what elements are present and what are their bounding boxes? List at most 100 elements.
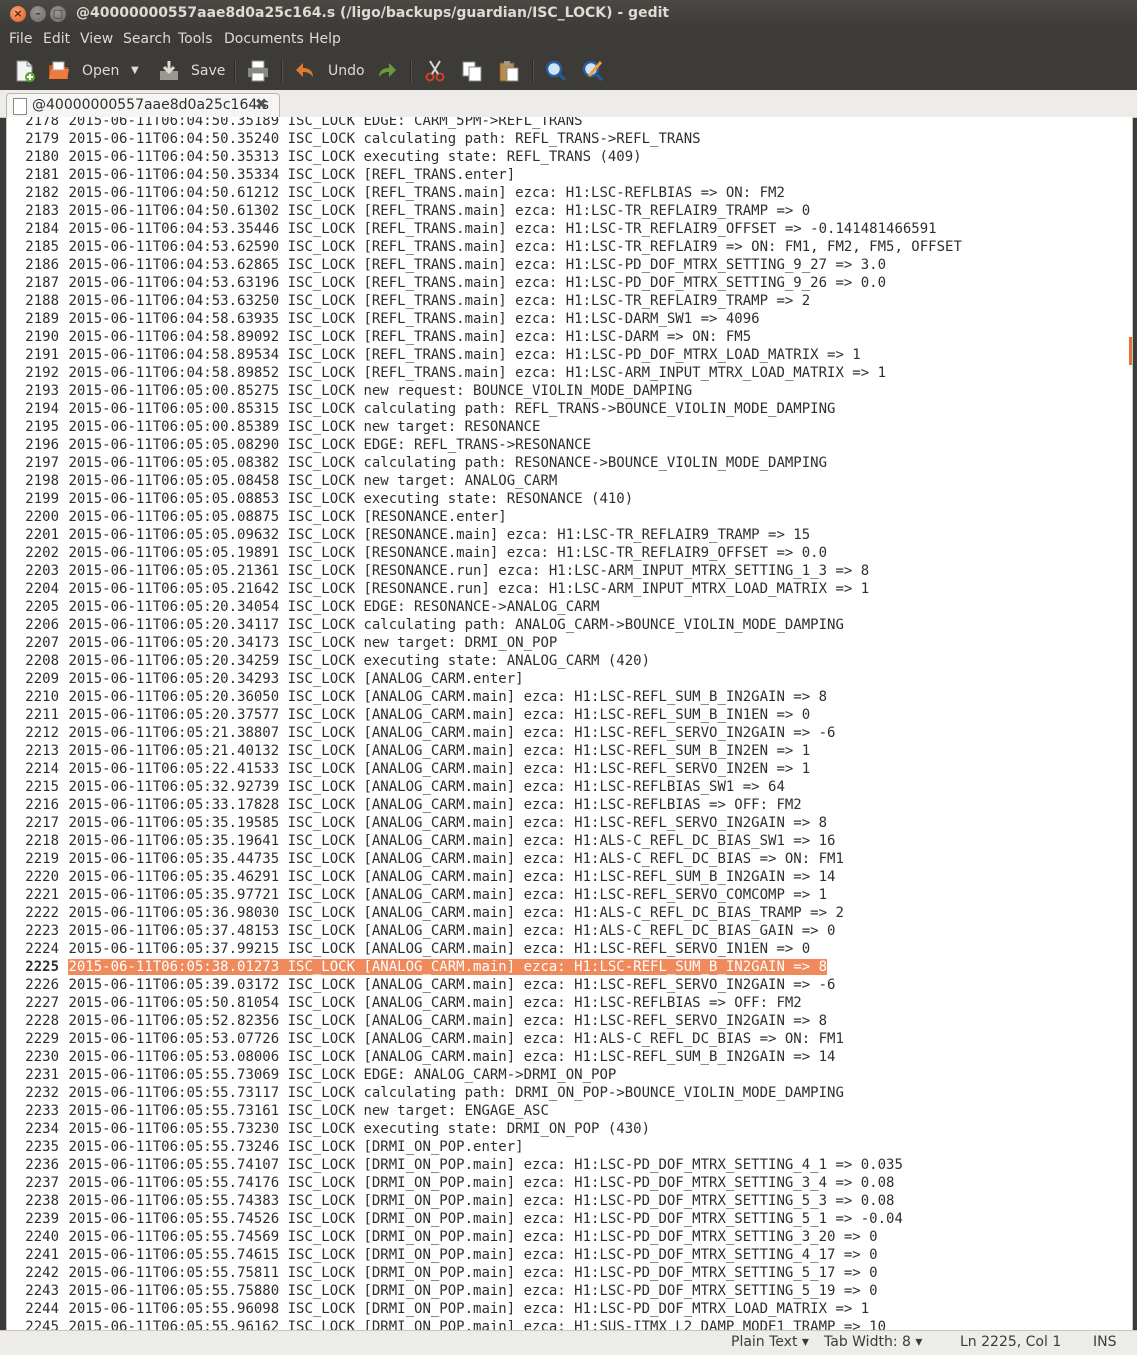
editor-line[interactable]: 2180 2015-06-11T06:04:50.35313 ISC_LOCK … [7, 148, 1132, 166]
editor-line[interactable]: 2190 2015-06-11T06:04:58.89092 ISC_LOCK … [7, 328, 1132, 346]
editor-line[interactable]: 2202 2015-06-11T06:05:05.19891 ISC_LOCK … [7, 544, 1132, 562]
editor-line[interactable]: 2224 2015-06-11T06:05:37.99215 ISC_LOCK … [7, 940, 1132, 958]
editor-line[interactable]: 2230 2015-06-11T06:05:53.08006 ISC_LOCK … [7, 1048, 1132, 1066]
open-button[interactable]: Open [82, 63, 119, 79]
open-folder-icon[interactable] [47, 59, 71, 83]
editor-line[interactable]: 2208 2015-06-11T06:05:20.34259 ISC_LOCK … [7, 652, 1132, 670]
editor-line[interactable]: 2200 2015-06-11T06:05:05.08875 ISC_LOCK … [7, 508, 1132, 526]
menu-view[interactable]: View [80, 31, 113, 47]
editor-line[interactable]: 2207 2015-06-11T06:05:20.34173 ISC_LOCK … [7, 634, 1132, 652]
menu-documents[interactable]: Documents [224, 31, 304, 47]
editor-line[interactable]: 2206 2015-06-11T06:05:20.34117 ISC_LOCK … [7, 616, 1132, 634]
editor-line[interactable]: 2232 2015-06-11T06:05:55.73117 ISC_LOCK … [7, 1084, 1132, 1102]
open-dropdown-icon[interactable]: ▼ [131, 65, 139, 76]
editor-line[interactable]: 2245 2015-06-11T06:05:55.96162 ISC_LOCK … [7, 1318, 1132, 1330]
editor-line[interactable]: 2211 2015-06-11T06:05:20.37577 ISC_LOCK … [7, 706, 1132, 724]
editor-line[interactable]: 2222 2015-06-11T06:05:36.98030 ISC_LOCK … [7, 904, 1132, 922]
editor-line[interactable]: 2236 2015-06-11T06:05:55.74107 ISC_LOCK … [7, 1156, 1132, 1174]
editor-line[interactable]: 2184 2015-06-11T06:04:53.35446 ISC_LOCK … [7, 220, 1132, 238]
editor-line[interactable]: 2216 2015-06-11T06:05:33.17828 ISC_LOCK … [7, 796, 1132, 814]
editor-line[interactable]: 2178 2015-06-11T06:04:50.35189 ISC_LOCK … [7, 117, 1132, 130]
close-tab-icon[interactable]: ✖ [255, 95, 268, 113]
editor-line[interactable]: 2219 2015-06-11T06:05:35.44735 ISC_LOCK … [7, 850, 1132, 868]
editor-line[interactable]: 2210 2015-06-11T06:05:20.36050 ISC_LOCK … [7, 688, 1132, 706]
editor-line[interactable]: 2191 2015-06-11T06:04:58.89534 ISC_LOCK … [7, 346, 1132, 364]
menu-edit[interactable]: Edit [43, 31, 70, 47]
editor-line[interactable]: 2199 2015-06-11T06:05:05.08853 ISC_LOCK … [7, 490, 1132, 508]
cut-icon[interactable] [423, 59, 447, 83]
editor-line[interactable]: 2221 2015-06-11T06:05:35.97721 ISC_LOCK … [7, 886, 1132, 904]
editor-line[interactable]: 2203 2015-06-11T06:05:05.21361 ISC_LOCK … [7, 562, 1132, 580]
editor-line[interactable]: 2213 2015-06-11T06:05:21.40132 ISC_LOCK … [7, 742, 1132, 760]
save-icon[interactable] [157, 59, 181, 83]
window-minimize-button[interactable]: – [30, 6, 46, 22]
editor-line[interactable]: 2189 2015-06-11T06:04:58.63935 ISC_LOCK … [7, 310, 1132, 328]
redo-icon[interactable] [375, 59, 399, 83]
text-editor[interactable]: 2178 2015-06-11T06:04:50.35189 ISC_LOCK … [6, 117, 1133, 1330]
tab-width-selector[interactable]: Tab Width: 8 ▾ [824, 1334, 922, 1350]
copy-icon[interactable] [460, 59, 484, 83]
editor-line[interactable]: 2198 2015-06-11T06:05:05.08458 ISC_LOCK … [7, 472, 1132, 490]
editor-line[interactable]: 2193 2015-06-11T06:05:00.85275 ISC_LOCK … [7, 382, 1132, 400]
editor-line[interactable]: 2205 2015-06-11T06:05:20.34054 ISC_LOCK … [7, 598, 1132, 616]
editor-line[interactable]: 2217 2015-06-11T06:05:35.19585 ISC_LOCK … [7, 814, 1132, 832]
editor-line[interactable]: 2239 2015-06-11T06:05:55.74526 ISC_LOCK … [7, 1210, 1132, 1228]
menu-help[interactable]: Help [309, 31, 341, 47]
window-close-button[interactable]: × [10, 6, 26, 22]
find-icon[interactable] [544, 59, 568, 83]
editor-line[interactable]: 2183 2015-06-11T06:04:50.61302 ISC_LOCK … [7, 202, 1132, 220]
undo-icon[interactable] [293, 59, 317, 83]
save-button[interactable]: Save [191, 63, 225, 79]
editor-line[interactable]: 2195 2015-06-11T06:05:00.85389 ISC_LOCK … [7, 418, 1132, 436]
editor-line[interactable]: 2218 2015-06-11T06:05:35.19641 ISC_LOCK … [7, 832, 1132, 850]
paste-icon[interactable] [497, 59, 521, 83]
editor-line[interactable]: 2197 2015-06-11T06:05:05.08382 ISC_LOCK … [7, 454, 1132, 472]
undo-button[interactable]: Undo [328, 63, 365, 79]
editor-line[interactable]: 2181 2015-06-11T06:04:50.35334 ISC_LOCK … [7, 166, 1132, 184]
editor-line[interactable]: 2231 2015-06-11T06:05:55.73069 ISC_LOCK … [7, 1066, 1132, 1084]
print-icon[interactable] [246, 59, 270, 83]
editor-line[interactable]: 2233 2015-06-11T06:05:55.73161 ISC_LOCK … [7, 1102, 1132, 1120]
editor-line[interactable]: 2212 2015-06-11T06:05:21.38807 ISC_LOCK … [7, 724, 1132, 742]
current-line[interactable]: 2225 2015-06-11T06:05:38.01273 ISC_LOCK … [7, 958, 1132, 976]
document-tab[interactable]: @40000000557aae8d0a25c164.s ✖ [6, 93, 280, 118]
new-document-icon[interactable] [12, 59, 36, 83]
editor-line[interactable]: 2244 2015-06-11T06:05:55.96098 ISC_LOCK … [7, 1300, 1132, 1318]
editor-line[interactable]: 2223 2015-06-11T06:05:37.48153 ISC_LOCK … [7, 922, 1132, 940]
menu-tools[interactable]: Tools [178, 31, 213, 47]
editor-line[interactable]: 2188 2015-06-11T06:04:53.63250 ISC_LOCK … [7, 292, 1132, 310]
editor-line[interactable]: 2214 2015-06-11T06:05:22.41533 ISC_LOCK … [7, 760, 1132, 778]
editor-line[interactable]: 2179 2015-06-11T06:04:50.35240 ISC_LOCK … [7, 130, 1132, 148]
language-selector[interactable]: Plain Text ▾ [731, 1334, 809, 1350]
editor-line[interactable]: 2186 2015-06-11T06:04:53.62865 ISC_LOCK … [7, 256, 1132, 274]
line-text: 2015-06-11T06:05:00.85275 ISC_LOCK new r… [68, 383, 693, 399]
editor-line[interactable]: 2201 2015-06-11T06:05:05.09632 ISC_LOCK … [7, 526, 1132, 544]
editor-line[interactable]: 2238 2015-06-11T06:05:55.74383 ISC_LOCK … [7, 1192, 1132, 1210]
editor-line[interactable]: 2228 2015-06-11T06:05:52.82356 ISC_LOCK … [7, 1012, 1132, 1030]
editor-line[interactable]: 2240 2015-06-11T06:05:55.74569 ISC_LOCK … [7, 1228, 1132, 1246]
menu-search[interactable]: Search [123, 31, 171, 47]
editor-line[interactable]: 2242 2015-06-11T06:05:55.75811 ISC_LOCK … [7, 1264, 1132, 1282]
editor-line[interactable]: 2215 2015-06-11T06:05:32.92739 ISC_LOCK … [7, 778, 1132, 796]
editor-line[interactable]: 2243 2015-06-11T06:05:55.75880 ISC_LOCK … [7, 1282, 1132, 1300]
editor-line[interactable]: 2182 2015-06-11T06:04:50.61212 ISC_LOCK … [7, 184, 1132, 202]
window-maximize-button[interactable]: □ [50, 6, 66, 22]
editor-line[interactable]: 2234 2015-06-11T06:05:55.73230 ISC_LOCK … [7, 1120, 1132, 1138]
editor-line[interactable]: 2185 2015-06-11T06:04:53.62590 ISC_LOCK … [7, 238, 1132, 256]
editor-line[interactable]: 2229 2015-06-11T06:05:53.07726 ISC_LOCK … [7, 1030, 1132, 1048]
menu-file[interactable]: File [9, 31, 32, 47]
editor-line[interactable]: 2187 2015-06-11T06:04:53.63196 ISC_LOCK … [7, 274, 1132, 292]
editor-line[interactable]: 2192 2015-06-11T06:04:58.89852 ISC_LOCK … [7, 364, 1132, 382]
editor-line[interactable]: 2194 2015-06-11T06:05:00.85315 ISC_LOCK … [7, 400, 1132, 418]
editor-line[interactable]: 2196 2015-06-11T06:05:05.08290 ISC_LOCK … [7, 436, 1132, 454]
editor-line[interactable]: 2235 2015-06-11T06:05:55.73246 ISC_LOCK … [7, 1138, 1132, 1156]
find-replace-icon[interactable] [581, 59, 605, 83]
editor-line[interactable]: 2209 2015-06-11T06:05:20.34293 ISC_LOCK … [7, 670, 1132, 688]
editor-line[interactable]: 2241 2015-06-11T06:05:55.74615 ISC_LOCK … [7, 1246, 1132, 1264]
editor-line[interactable]: 2237 2015-06-11T06:05:55.74176 ISC_LOCK … [7, 1174, 1132, 1192]
scrollbar-thumb[interactable] [1129, 337, 1132, 365]
editor-line[interactable]: 2204 2015-06-11T06:05:05.21642 ISC_LOCK … [7, 580, 1132, 598]
editor-line[interactable]: 2220 2015-06-11T06:05:35.46291 ISC_LOCK … [7, 868, 1132, 886]
editor-line[interactable]: 2226 2015-06-11T06:05:39.03172 ISC_LOCK … [7, 976, 1132, 994]
editor-line[interactable]: 2227 2015-06-11T06:05:50.81054 ISC_LOCK … [7, 994, 1132, 1012]
